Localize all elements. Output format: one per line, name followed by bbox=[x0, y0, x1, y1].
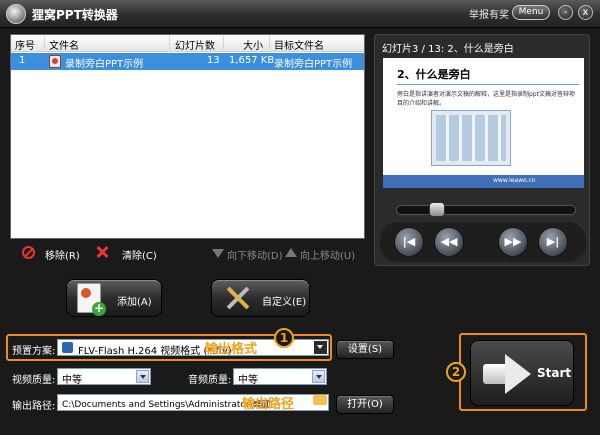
step-2-marker: 2 bbox=[446, 362, 466, 382]
move-down-button[interactable]: 向下移动(D) bbox=[227, 247, 283, 262]
open-button[interactable]: 打开(O) bbox=[336, 395, 394, 414]
move-up-button[interactable]: 向上移动(U) bbox=[300, 247, 355, 262]
add-button[interactable]: 添加(A) bbox=[66, 279, 162, 317]
start-button-label: Start bbox=[537, 366, 572, 380]
video-quality-value: 中等 bbox=[62, 375, 82, 386]
row-index: 1 bbox=[19, 55, 26, 66]
output-path-label: 输出路径: bbox=[12, 401, 56, 412]
preset-label: 预置方案: bbox=[12, 346, 56, 357]
arrow-down-icon[interactable] bbox=[212, 249, 224, 258]
column-header-target[interactable]: 目标文件名 bbox=[274, 37, 324, 52]
table-row[interactable]: 1 录制旁白PPT示例 13 1,657 KB 录制旁白PPT示例 bbox=[11, 53, 364, 70]
first-slide-button[interactable]: |◀ bbox=[394, 227, 424, 257]
custom-button-label: 自定义(E) bbox=[262, 297, 307, 308]
output-path-value: C:\Documents and Settings\Administrator\… bbox=[62, 400, 271, 410]
report-link[interactable]: 举报有奖 bbox=[469, 6, 509, 21]
step-1-marker: 1 bbox=[274, 328, 294, 348]
video-quality-label: 视频质量: bbox=[12, 375, 56, 386]
next-slide-button[interactable]: ▶▶ bbox=[498, 227, 528, 257]
last-slide-button[interactable]: ▶| bbox=[538, 227, 568, 257]
app-title: 狸窝PPT转换器 bbox=[32, 8, 118, 22]
add-document-icon bbox=[77, 283, 106, 316]
settings-button[interactable]: 设置(S) bbox=[336, 340, 394, 359]
remove-button[interactable]: 移除(R) bbox=[45, 247, 80, 262]
format-annotation: 输出格式 bbox=[205, 342, 258, 357]
minimize-button[interactable]: - bbox=[558, 5, 573, 20]
title-bar: 狸窝PPT转换器 举报有奖 Menu - x bbox=[0, 0, 600, 28]
custom-button[interactable]: 自定义(E) bbox=[211, 279, 310, 317]
folder-icon[interactable] bbox=[313, 395, 327, 405]
add-button-label: 添加(A) bbox=[117, 297, 152, 308]
row-target: 录制旁白PPT示例 bbox=[274, 59, 353, 70]
audio-quality-label: 音频质量: bbox=[188, 375, 232, 386]
app-logo-icon bbox=[6, 4, 26, 24]
previous-slide-button[interactable]: ◀◀ bbox=[434, 227, 464, 257]
slide-preview: 2、什么是旁白 旁白是指讲演者对演示文稿的解释，这里是指录制ppt文稿对答辩项目… bbox=[383, 58, 584, 188]
column-header-slides[interactable]: 幻灯片数 bbox=[175, 37, 215, 52]
slide-footer-url: www.leawo.cn bbox=[493, 177, 536, 184]
clear-icon[interactable] bbox=[96, 246, 109, 259]
slide-footer: www.leawo.cn bbox=[383, 175, 584, 188]
column-header-size[interactable]: 大小 bbox=[243, 37, 263, 52]
column-header-index[interactable]: 序号 bbox=[15, 37, 35, 52]
row-size: 1,657 KB bbox=[229, 55, 275, 66]
chevron-down-icon[interactable] bbox=[136, 370, 149, 383]
output-path-annotation: 输出路径 bbox=[242, 397, 295, 412]
preview-header: 幻灯片3 / 13: 2、什么是旁白 bbox=[382, 44, 514, 55]
remove-icon[interactable] bbox=[22, 246, 35, 259]
play-arrow-icon bbox=[483, 354, 533, 394]
file-list[interactable]: 序号 文件名 幻灯片数 大小 目标文件名 1 录制旁白PPT示例 13 1,65… bbox=[10, 34, 365, 239]
slide-text: 旁白是指讲演者对演示文稿的解释，这里是指录制ppt文稿对答辩项目的介绍和讲解。 bbox=[397, 91, 575, 107]
chevron-down-icon[interactable] bbox=[312, 370, 325, 383]
slide-screenshot-image bbox=[431, 110, 511, 166]
arrow-up-icon[interactable] bbox=[285, 248, 297, 257]
audio-quality-select[interactable]: 中等 bbox=[233, 368, 327, 386]
slide-title: 2、什么是旁白 bbox=[397, 68, 471, 81]
close-button[interactable]: x bbox=[578, 5, 593, 20]
list-toolbar: 移除(R) 清除(C) 向下移动(D) 向上移动(U) bbox=[10, 244, 365, 264]
start-button[interactable]: Start bbox=[470, 340, 574, 406]
seek-slider-thumb[interactable] bbox=[429, 202, 445, 217]
tools-icon bbox=[224, 284, 252, 312]
chevron-down-icon[interactable] bbox=[314, 341, 327, 354]
clear-button[interactable]: 清除(C) bbox=[122, 247, 157, 262]
row-filename: 录制旁白PPT示例 bbox=[65, 59, 144, 70]
menu-button[interactable]: Menu bbox=[512, 5, 550, 20]
column-header-filename[interactable]: 文件名 bbox=[49, 37, 79, 52]
seek-track[interactable] bbox=[396, 205, 576, 215]
row-slides: 13 bbox=[207, 55, 220, 66]
ppt-file-icon bbox=[49, 55, 61, 68]
video-quality-select[interactable]: 中等 bbox=[57, 368, 151, 386]
file-list-header: 序号 文件名 幻灯片数 大小 目标文件名 bbox=[11, 35, 364, 52]
flv-format-icon bbox=[62, 342, 73, 353]
audio-quality-value: 中等 bbox=[238, 375, 258, 386]
